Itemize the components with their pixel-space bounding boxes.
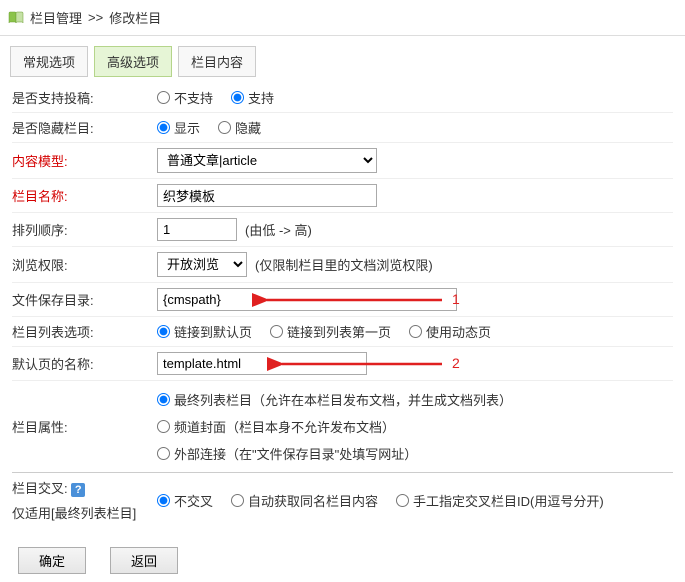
radio-hide[interactable]: 隐藏: [218, 118, 261, 137]
back-button[interactable]: 返回: [110, 547, 178, 574]
radio-attr-2[interactable]: 频道封面（栏目本身不允许发布文档）: [157, 417, 395, 436]
radio-cross-1[interactable]: 不交叉: [157, 491, 213, 510]
input-order[interactable]: [157, 218, 237, 241]
form-area: 是否支持投稿: 不支持 支持 是否隐藏栏目: 显示 隐藏 内容模型:: [0, 77, 685, 539]
tab-general[interactable]: 常规选项: [10, 46, 88, 77]
radio-listopt-1[interactable]: 链接到默认页: [157, 322, 252, 341]
label-order: 排列顺序:: [12, 220, 157, 239]
radio-submit-no[interactable]: 不支持: [157, 88, 213, 107]
input-colname[interactable]: [157, 184, 377, 207]
input-savedir[interactable]: [157, 288, 457, 311]
tab-content[interactable]: 栏目内容: [178, 46, 256, 77]
radio-attr-3[interactable]: 外部连接（在"文件保存目录"处填写网址）: [157, 444, 417, 463]
radio-listopt-2[interactable]: 链接到列表第一页: [270, 322, 391, 341]
label-cross: 栏目交叉: ? 仅适用[最终列表栏目]: [12, 478, 157, 522]
hint-browse: (仅限制栏目里的文档浏览权限): [255, 255, 433, 274]
tab-advanced[interactable]: 高级选项: [94, 46, 172, 77]
label-browse: 浏览权限:: [12, 255, 157, 274]
label-savedir: 文件保存目录:: [12, 290, 157, 309]
ok-button[interactable]: 确定: [18, 547, 86, 574]
label-defaultpage: 默认页的名称:: [12, 354, 157, 373]
radio-cross-3[interactable]: 手工指定交叉栏目ID(用逗号分开): [396, 491, 604, 510]
tabs: 常规选项 高级选项 栏目内容: [0, 36, 685, 77]
radio-listopt-3[interactable]: 使用动态页: [409, 322, 491, 341]
breadcrumb-parent[interactable]: 栏目管理: [30, 8, 82, 27]
label-submit: 是否支持投稿:: [12, 88, 157, 107]
radio-submit-yes[interactable]: 支持: [231, 88, 274, 107]
label-colname: 栏目名称:: [12, 186, 157, 205]
select-model[interactable]: 普通文章|article: [157, 148, 377, 173]
radio-cross-2[interactable]: 自动获取同名栏目内容: [231, 491, 378, 510]
label-listopt: 栏目列表选项:: [12, 322, 157, 341]
label-attr: 栏目属性:: [12, 417, 157, 436]
svg-text:2: 2: [452, 355, 460, 371]
hint-order: (由低 -> 高): [245, 220, 312, 239]
label-hidden: 是否隐藏栏目:: [12, 118, 157, 137]
radio-attr-1[interactable]: 最终列表栏目（允许在本栏目发布文档，并生成文档列表）: [157, 390, 512, 409]
breadcrumb-current: 修改栏目: [109, 8, 161, 27]
book-icon: [8, 11, 24, 25]
breadcrumb: 栏目管理 >> 修改栏目: [0, 0, 685, 36]
input-defaultpage[interactable]: [157, 352, 367, 375]
select-browse[interactable]: 开放浏览: [157, 252, 247, 277]
help-icon[interactable]: ?: [71, 483, 85, 497]
label-model: 内容模型:: [12, 151, 157, 170]
radio-show[interactable]: 显示: [157, 118, 200, 137]
breadcrumb-sep: >>: [88, 10, 103, 25]
button-row: 确定 返回: [0, 539, 685, 582]
